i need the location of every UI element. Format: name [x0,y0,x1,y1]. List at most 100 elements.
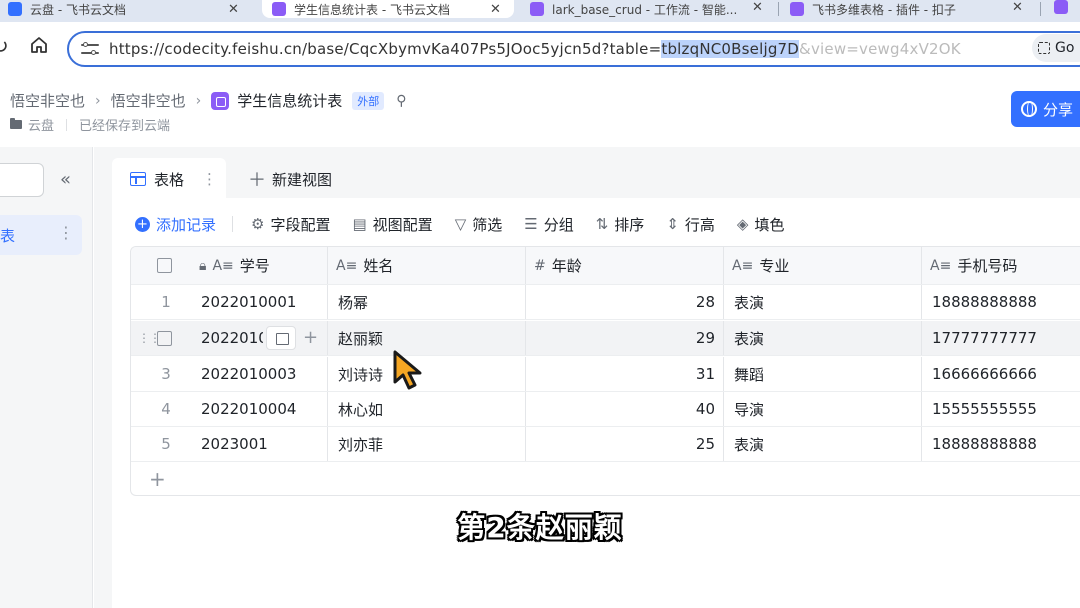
reload-icon[interactable]: ↻ [0,34,9,58]
cell-student-id[interactable]: 2022010001 [201,285,296,319]
collapse-sidebar-icon[interactable]: « [60,169,71,190]
browser-tab-favicon-icon[interactable] [1054,0,1068,14]
browser-tab-active[interactable]: 学生信息统计表 - 飞书云文档 ✕ [262,0,514,18]
cell-phone[interactable]: 18888888888 [921,427,1080,461]
close-tab-icon[interactable]: ✕ [490,2,501,17]
view-config-button[interactable]: ▤ 视图配置 [352,214,432,235]
cell-age[interactable]: 40 [525,392,723,426]
text-field-icon: A≡ [930,257,952,274]
sidebar-item-label: 表 [0,227,16,245]
cell-phone[interactable]: 18888888888 [921,285,1080,319]
document-title[interactable]: 学生信息统计表 [237,90,342,111]
chevron-right-icon: › [195,92,202,109]
url-selected-text: tblzqNC0Bseljg7D [661,40,800,58]
cell-age[interactable]: 25 [525,427,723,461]
new-view-button[interactable]: ＋ 新建视图 [248,158,332,200]
column-header-major[interactable]: A≡ 专业 [723,247,921,284]
table-row[interactable]: ⋮⋮ 2022010 + 赵丽颖 29 表演 17777777777 [131,321,1080,356]
breadcrumb-item[interactable]: 悟空非空也 [10,90,85,111]
cell-student-id[interactable]: 2023001 [201,427,268,461]
browser-tab[interactable]: 飞书多维表格 - 插件 - 扣子 [790,0,1030,18]
url-text[interactable]: https://codecity.feishu.cn/base/CqcXbymv… [109,40,961,58]
cell-major[interactable]: 舞蹈 [723,357,921,391]
tab-grid-view[interactable]: 表格 ⋮ [112,158,226,200]
address-bar[interactable]: https://codecity.feishu.cn/base/CqcXbymv… [67,31,1080,67]
cell-student-id[interactable]: 2022010 [201,321,263,355]
cell-phone[interactable]: 17777777777 [921,321,1080,355]
coze-favicon-icon [530,2,544,16]
home-icon[interactable] [30,35,48,59]
sort-button[interactable]: ⇅ 排序 [596,214,645,235]
cell-phone[interactable]: 16666666666 [921,357,1080,391]
cell-phone[interactable]: 15555555555 [921,392,1080,426]
grid-view-icon [130,172,146,186]
cell-major[interactable]: 表演 [723,427,921,461]
filter-button[interactable]: ▽ 筛选 [455,214,503,235]
column-header-name[interactable]: A≡ 姓名 [327,247,525,284]
table-row[interactable]: 3 2022010003 刘诗诗 31 舞蹈 16666666666 [131,357,1080,392]
fill-color-label: 填色 [754,215,785,234]
folder-icon [10,118,22,129]
share-button[interactable]: 分享 [1011,91,1080,127]
pin-icon[interactable]: ⚲ [396,93,406,109]
row-number: 5 [161,435,171,453]
close-tab-icon[interactable]: ✕ [752,0,763,15]
cell-student-id[interactable]: 2022010003 [201,357,296,391]
cell-age[interactable]: 31 [525,357,723,391]
fill-color-button[interactable]: ◈ 填色 [737,214,785,235]
column-header-label: 专业 [759,257,790,275]
field-config-button[interactable]: ⚙ 字段配置 [251,214,330,235]
row-number: 3 [161,365,171,383]
plus-circle-icon: + [135,216,150,232]
sidebar-item-table[interactable]: 表 ⋮ [0,215,82,255]
filter-icon: ▽ [454,215,467,233]
group-label: 分组 [543,215,574,234]
cell-student-id[interactable]: 2022010004 [201,392,296,426]
cell-name[interactable]: 刘亦菲 [327,427,525,461]
column-header-label: 手机号码 [957,257,1018,275]
more-vertical-icon[interactable]: ⋮ [202,170,217,188]
browser-tab[interactable]: 云盘 - 飞书云文档 ✕ [0,0,258,18]
browser-tab-label: lark_base_crud - 工作流 - 智能... [552,2,738,17]
location-label[interactable]: 云盘 [28,115,54,134]
cell-major[interactable]: 表演 [723,321,921,355]
table-row[interactable]: 4 2022010004 林心如 40 导演 15555555555 [131,392,1080,427]
cell-major[interactable]: 导演 [723,392,921,426]
group-button[interactable]: ☰ 分组 [524,214,573,235]
row-height-button[interactable]: ⇕ 行高 [666,214,715,235]
add-row-icon[interactable]: + [149,467,166,491]
row-checkbox[interactable] [157,321,172,355]
view-config-label: 视图配置 [372,215,433,234]
column-header-student-id[interactable]: 🔒︎ A≡ 学号 [199,247,327,284]
table-row[interactable]: 5 2023001 刘亦菲 25 表演 18888888888 [131,427,1080,462]
gear-icon: ⚙ [251,215,265,233]
breadcrumb-item[interactable]: 悟空非空也 [111,90,186,111]
cell-name[interactable]: 杨幂 [327,285,525,319]
table-row[interactable]: 1 2022010001 杨幂 28 表演 18888888888 [131,285,1080,320]
cell-name[interactable]: 林心如 [327,392,525,426]
select-all-checkbox[interactable] [157,247,172,284]
feishu-favicon-icon [8,2,22,16]
column-header-age[interactable]: # 年龄 [525,247,723,284]
row-number: 4 [161,400,171,418]
external-badge: 外部 [352,91,385,110]
more-vertical-icon[interactable]: ⋮ [58,223,74,242]
text-field-icon: A≡ [732,257,754,274]
sidebar-search-input[interactable] [0,163,44,197]
column-header-phone[interactable]: A≡ 手机号码 [921,247,1080,284]
google-lens-chip[interactable]: Go [1032,34,1080,62]
browser-tab[interactable]: lark_base_crud - 工作流 - 智能... [526,0,776,18]
plus-icon[interactable]: + [303,327,318,348]
mouse-cursor-icon [393,350,422,390]
site-settings-icon[interactable] [81,41,99,57]
cell-age[interactable]: 29 [525,321,723,355]
breadcrumb: 悟空非空也 › 悟空非空也 › 学生信息统计表 外部 ⚲ [10,90,407,111]
close-tab-icon[interactable]: ✕ [228,2,239,17]
cell-age[interactable]: 28 [525,285,723,319]
new-view-label: 新建视图 [272,170,333,189]
cell-major[interactable]: 表演 [723,285,921,319]
expand-record-icon[interactable] [266,326,296,350]
globe-icon [1021,101,1037,117]
close-tab-icon[interactable]: ✕ [1012,0,1023,15]
add-record-button[interactable]: + 添加记录 [135,214,216,235]
